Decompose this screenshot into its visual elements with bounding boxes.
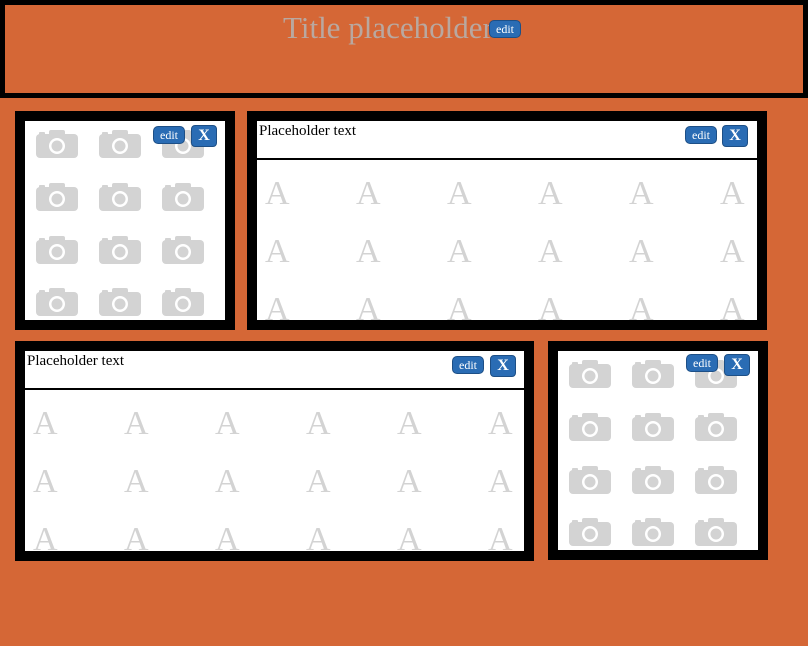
camera-icon (35, 235, 79, 265)
text-placeholder-glyph: A (397, 521, 422, 552)
text-placeholder-glyph: A (629, 233, 654, 270)
text-placeholder-glyph: A (33, 405, 58, 442)
text-placeholder-glyph: A (397, 463, 422, 500)
image-panel-top-close-button[interactable]: X (191, 125, 217, 147)
text-placeholder-glyph: A (124, 463, 149, 500)
text-placeholder-glyph: A (124, 405, 149, 442)
text-panel-top-header: Placeholder text (257, 121, 757, 160)
text-placeholder-glyph: A (538, 291, 563, 321)
camera-icon (98, 182, 142, 212)
text-placeholder-glyph: A (447, 175, 472, 212)
text-panel-top-content: Placeholder text AAAAAAAAAAAAAAAAAA (257, 121, 757, 320)
image-panel-top-edit-button[interactable]: edit (153, 126, 185, 144)
page-title: Title placeholder (283, 10, 493, 45)
text-placeholder-glyph: A (124, 521, 149, 552)
text-placeholder-glyph: A (538, 233, 563, 270)
text-placeholder-glyph: A (306, 521, 331, 552)
text-placeholder-glyph: A (629, 175, 654, 212)
text-placeholder-glyph: A (629, 291, 654, 321)
camera-icon (694, 412, 738, 442)
camera-icon (161, 182, 205, 212)
text-panel-bottom-header: Placeholder text (25, 351, 524, 390)
camera-icon (98, 287, 142, 317)
text-placeholder-glyph: A (356, 291, 381, 321)
image-panel-top-content (25, 121, 225, 320)
text-panel-top-close-button[interactable]: X (722, 125, 748, 147)
text-panel-bottom-close-button[interactable]: X (490, 355, 516, 377)
camera-icon (694, 517, 738, 547)
text-panel-bottom-edit-button[interactable]: edit (452, 356, 484, 374)
camera-icon (35, 287, 79, 317)
text-placeholder-glyph: A (265, 175, 290, 212)
camera-icon (694, 465, 738, 495)
text-placeholder-glyph: A (397, 405, 422, 442)
camera-icon (568, 412, 612, 442)
text-placeholder-glyph: A (33, 521, 58, 552)
text-placeholder-glyph: A (488, 521, 513, 552)
text-panel-bottom-label[interactable]: Placeholder text (27, 352, 127, 370)
text-placeholder-glyph: A (720, 291, 745, 321)
camera-icon (568, 359, 612, 389)
text-placeholder-glyph: A (356, 175, 381, 212)
text-panel-bottom: Placeholder text AAAAAAAAAAAAAAAAAA edit… (15, 341, 534, 561)
text-panel-top-edit-button[interactable]: edit (685, 126, 717, 144)
image-panel-top: edit X (15, 111, 235, 330)
image-panel-bottom-edit-button[interactable]: edit (686, 354, 718, 372)
text-placeholder-glyph: A (215, 521, 240, 552)
image-panel-bottom-content (558, 351, 758, 550)
camera-icon (161, 287, 205, 317)
image-panel-bottom-close-button[interactable]: X (724, 354, 750, 376)
text-placeholder-glyph: A (447, 291, 472, 321)
text-placeholder-glyph: A (538, 175, 563, 212)
camera-icon (631, 359, 675, 389)
text-placeholder-glyph: A (306, 405, 331, 442)
camera-icon (98, 235, 142, 265)
text-panel-bottom-content: Placeholder text AAAAAAAAAAAAAAAAAA (25, 351, 524, 551)
text-placeholder-glyph: A (33, 463, 58, 500)
text-placeholder-glyph: A (488, 463, 513, 500)
header-banner: Title placeholder edit (0, 0, 808, 98)
text-placeholder-glyph: A (488, 405, 513, 442)
text-placeholder-glyph: A (215, 463, 240, 500)
camera-icon (568, 465, 612, 495)
text-placeholder-glyph: A (265, 233, 290, 270)
camera-icon (35, 129, 79, 159)
camera-icon (98, 129, 142, 159)
text-placeholder-glyph: A (265, 291, 290, 321)
camera-icon (568, 517, 612, 547)
text-placeholder-glyph: A (356, 233, 381, 270)
camera-icon (35, 182, 79, 212)
camera-icon (631, 412, 675, 442)
camera-icon (161, 235, 205, 265)
camera-icon (631, 465, 675, 495)
text-panel-top: Placeholder text AAAAAAAAAAAAAAAAAA edit… (247, 111, 767, 330)
image-panel-bottom: edit X (548, 341, 768, 560)
camera-icon (631, 517, 675, 547)
text-placeholder-glyph: A (720, 233, 745, 270)
text-placeholder-glyph: A (306, 463, 331, 500)
text-placeholder-glyph: A (215, 405, 240, 442)
text-placeholder-glyph: A (720, 175, 745, 212)
text-placeholder-glyph: A (447, 233, 472, 270)
text-panel-top-label[interactable]: Placeholder text (259, 122, 359, 140)
title-edit-button[interactable]: edit (489, 20, 521, 38)
